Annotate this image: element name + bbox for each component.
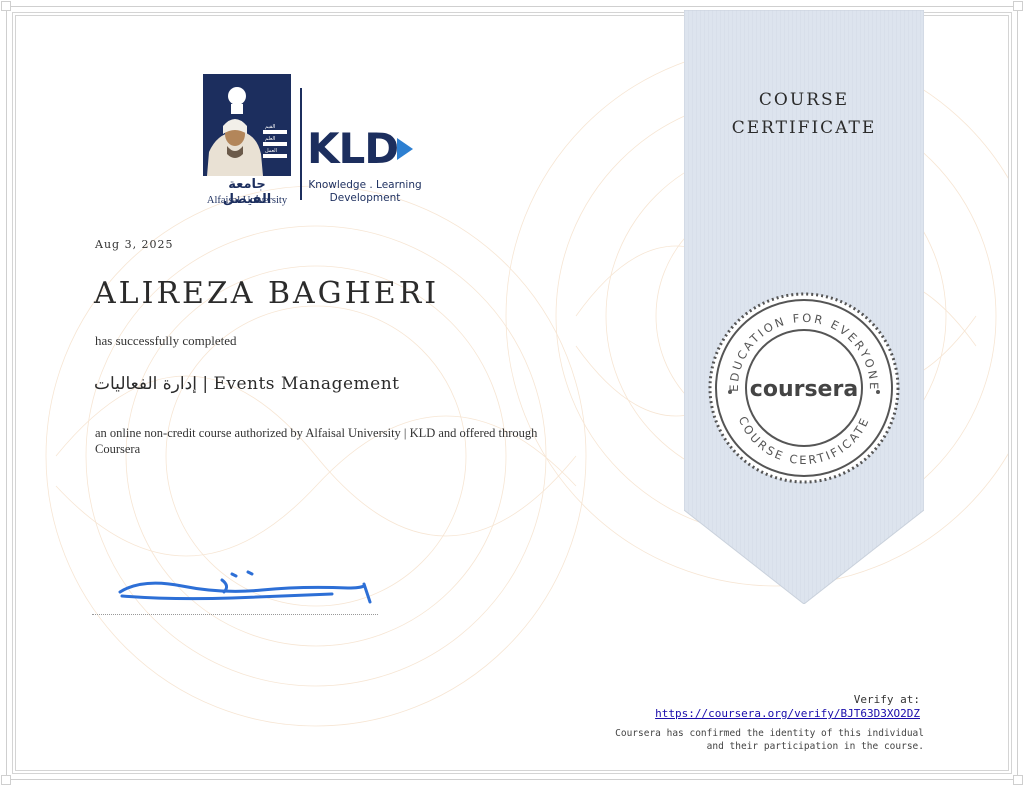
corner-ornament xyxy=(1,775,11,785)
completion-statement: has successfully completed xyxy=(95,333,237,348)
signature-line xyxy=(92,614,378,615)
recipient-name: ALIREZA BAGHERI xyxy=(94,276,440,311)
seal-dot xyxy=(876,390,880,394)
emblem-word: القيم xyxy=(265,124,276,130)
instructor-signature xyxy=(118,570,372,604)
ribbon-title: COURSE CERTIFICATE xyxy=(684,86,924,142)
corner-ornament xyxy=(1013,1,1023,11)
verify-link[interactable]: https://coursera.org/verify/BJT63D3XO2DZ xyxy=(655,707,920,720)
kld-wordmark: KLD xyxy=(307,128,399,170)
corner-ornament xyxy=(1,1,11,11)
seal-dot xyxy=(728,390,732,394)
partner-tagline-2: Development xyxy=(329,192,401,204)
partner-tagline: Knowledge . Learning xyxy=(308,179,422,191)
verify-label: Verify at: xyxy=(853,693,920,706)
course-description: an online non-credit course authorized b… xyxy=(95,426,538,456)
emblem-word: العمل xyxy=(265,148,278,154)
kld-letters: KLD xyxy=(307,124,399,173)
institution-logo: القيم العلم العمل جامعة الفيصل Alfaisal … xyxy=(203,74,423,210)
emblem-word: العلم xyxy=(265,136,276,142)
logo-divider xyxy=(300,88,302,200)
ribbon-title-line2: CERTIFICATE xyxy=(731,118,877,138)
identity-confirmation: Coursera has confirmed the identity of t… xyxy=(615,728,924,752)
ribbon-title-line1: COURSE xyxy=(758,90,850,110)
seal-coursera-wordmark: coursera xyxy=(750,377,858,402)
course-title: إدارة الفعاليات | Events Management xyxy=(94,374,400,394)
alfaisal-emblem: القيم العلم العمل xyxy=(203,74,291,176)
corner-ornament xyxy=(1013,775,1023,785)
play-triangle-icon xyxy=(397,138,413,160)
completion-date: Aug 3, 2025 xyxy=(95,238,174,251)
institution-name-english: Alfaisal University xyxy=(206,195,288,206)
coursera-seal: EDUCATION FOR EVERYONE COURSE CERTIFICAT… xyxy=(708,292,900,484)
